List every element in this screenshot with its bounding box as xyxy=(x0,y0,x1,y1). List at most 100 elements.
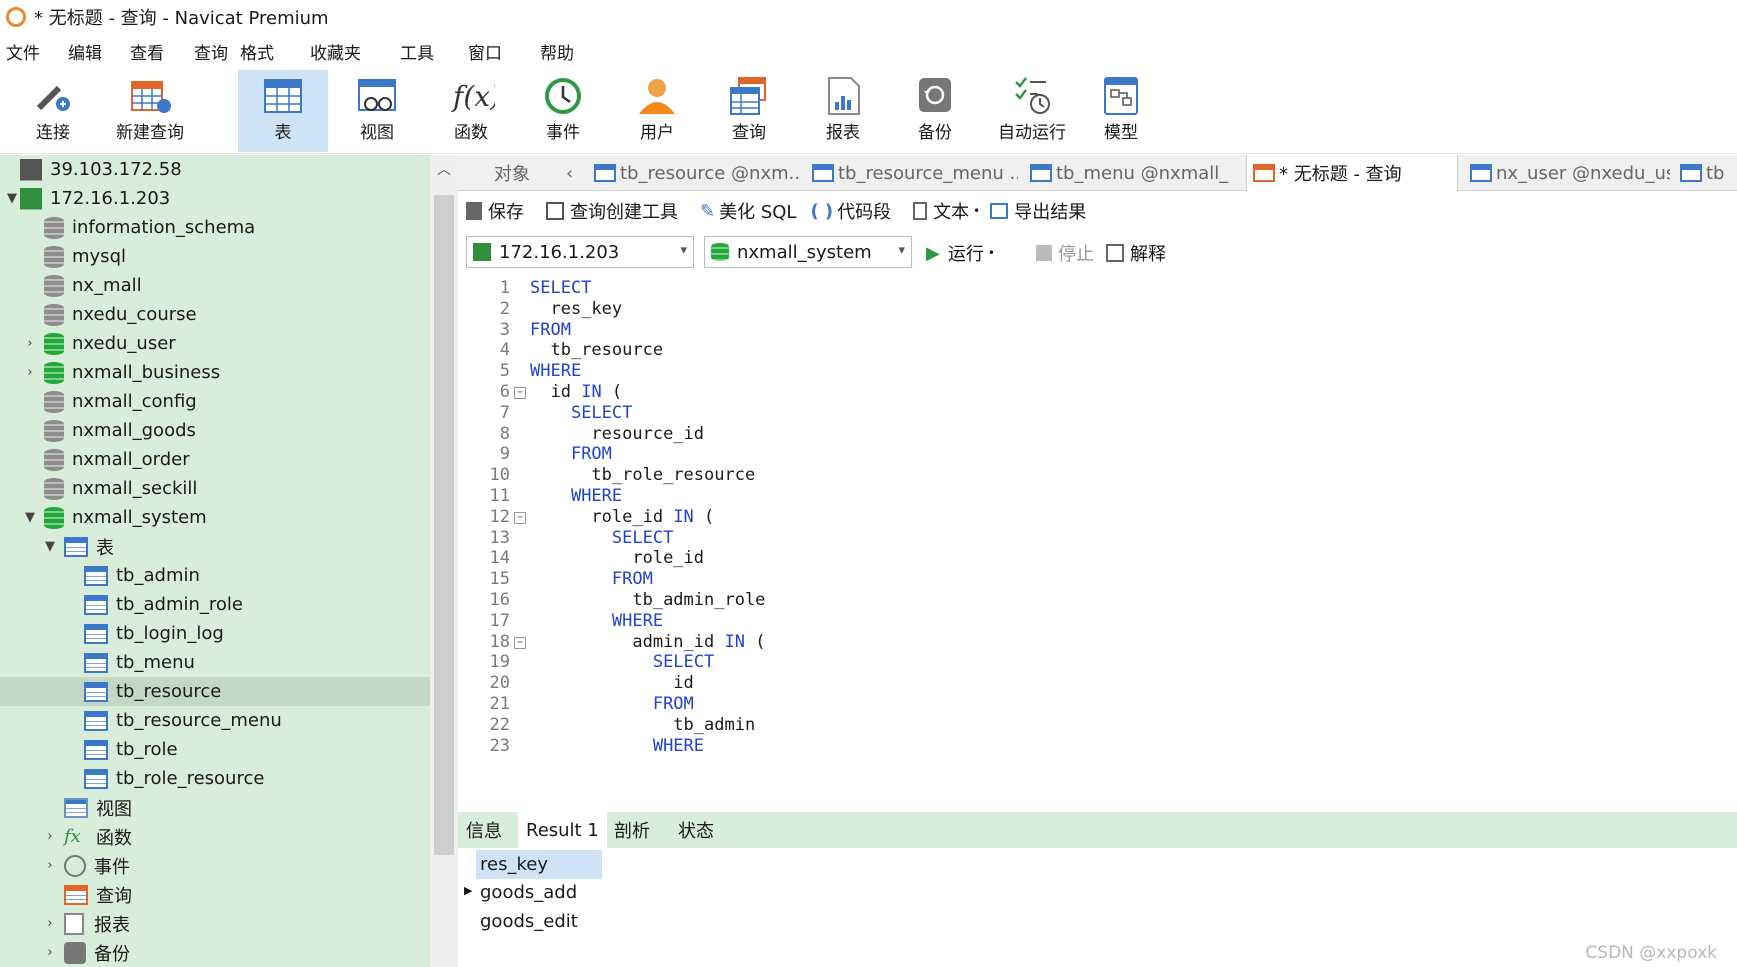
tree-group-tables[interactable]: ▼ 表 xyxy=(0,532,430,561)
code-snippet-button[interactable]: ( ) 代码段 xyxy=(810,198,891,224)
text-button[interactable]: 文本 • xyxy=(913,198,980,224)
tree-group-queries[interactable]: 查询 xyxy=(0,880,430,909)
stop-button[interactable]: 停止 xyxy=(1036,240,1094,266)
user-button[interactable]: 用户 xyxy=(612,70,702,152)
code-line[interactable]: 19 SELECT xyxy=(458,652,1737,675)
code-line[interactable]: 2 res_key xyxy=(458,299,1737,322)
fold-toggle-icon[interactable]: − xyxy=(514,511,526,524)
expand-arrow-icon[interactable]: ▼ xyxy=(22,510,38,525)
function-button[interactable]: f(x) 函数 xyxy=(426,70,516,152)
backup-button[interactable]: 备份 xyxy=(890,70,980,152)
tab-info[interactable]: 信息 xyxy=(458,812,510,848)
menu-file[interactable]: 文件 xyxy=(6,39,68,64)
new-query-button[interactable]: 新建查询 xyxy=(100,70,200,152)
tree-server-39[interactable]: 39.103.172.58 xyxy=(0,155,430,184)
connection-select[interactable]: 172.16.1.203 ▾ xyxy=(466,236,694,268)
event-button[interactable]: 事件 xyxy=(518,70,608,152)
column-header[interactable]: res_key xyxy=(476,850,602,879)
menu-favorites[interactable]: 收藏夹 xyxy=(310,39,400,64)
code-line[interactable]: 22 tb_admin xyxy=(458,715,1737,738)
code-line[interactable]: 6− id IN ( xyxy=(458,382,1737,405)
tree-table-item-selected[interactable]: tb_resource xyxy=(0,677,430,706)
menu-view[interactable]: 查看 xyxy=(130,39,194,64)
code-line[interactable]: 4 tb_resource xyxy=(458,340,1737,363)
model-button[interactable]: 模型 xyxy=(1076,70,1166,152)
tree-group-views[interactable]: 视图 xyxy=(0,793,430,822)
tree-scrollbar[interactable]: ︿ xyxy=(430,155,458,967)
tab-untitled-query[interactable]: * 无标题 - 查询 xyxy=(1246,155,1458,191)
tab-profile[interactable]: 剖析 xyxy=(606,812,658,848)
code-line[interactable]: 1 SELECT xyxy=(458,278,1737,301)
code-line[interactable]: 20 id xyxy=(458,673,1737,696)
code-line[interactable]: 14 role_id xyxy=(458,548,1737,571)
menu-window[interactable]: 窗口 xyxy=(468,39,540,64)
tab-objects[interactable]: 对象 xyxy=(494,155,554,191)
tree-db-nxmall-order[interactable]: nxmall_order xyxy=(0,445,430,474)
export-result-button[interactable]: 导出结果 xyxy=(990,198,1086,224)
tree-table-item[interactable]: tb_role_resource xyxy=(0,764,430,793)
tree-table-item[interactable]: tb_admin_role xyxy=(0,590,430,619)
explain-button[interactable]: 解释 xyxy=(1106,240,1166,266)
fold-toggle-icon[interactable]: − xyxy=(514,636,526,649)
tree-group-reports[interactable]: › 报表 xyxy=(0,909,430,938)
tab-nx-user[interactable]: nx_user @nxedu_us... xyxy=(1470,155,1670,191)
tree-db-nxmall-seckill[interactable]: nxmall_seckill xyxy=(0,474,430,503)
dropdown-icon[interactable]: • xyxy=(988,246,995,260)
scroll-up-icon[interactable]: ︿ xyxy=(430,159,458,179)
code-line[interactable]: 7 SELECT xyxy=(458,403,1737,426)
tree-group-functions[interactable]: › fx 函数 xyxy=(0,822,430,851)
tree-db-nxmall-business[interactable]: › nxmall_business xyxy=(0,358,430,387)
query-button[interactable]: 查询 xyxy=(704,70,794,152)
sql-editor[interactable]: 1 SELECT 2 res_key 3 FROM 4 tb_resource 5 WHERE… xyxy=(458,276,1737,812)
tree-db-nxmall-system[interactable]: ▼ nxmall_system xyxy=(0,503,430,532)
tree-table-item[interactable]: tb_admin xyxy=(0,561,430,590)
tree-server-172[interactable]: ▼ 172.16.1.203 xyxy=(0,184,430,213)
code-line[interactable]: 16 tb_admin_role xyxy=(458,590,1737,613)
code-line[interactable]: 8 resource_id xyxy=(458,424,1737,447)
fold-toggle-icon[interactable]: − xyxy=(514,387,526,399)
tab-tb-resource-menu[interactable]: tb_resource_menu ... xyxy=(812,155,1018,191)
database-select[interactable]: nxmall_system ▾ xyxy=(704,236,912,268)
tab-status[interactable]: 状态 xyxy=(670,812,722,848)
tree-db-nxmall-config[interactable]: nxmall_config xyxy=(0,387,430,416)
code-line[interactable]: 17 WHERE xyxy=(458,611,1737,634)
tree-table-item[interactable]: tb_menu xyxy=(0,648,430,677)
tree-db-information-schema[interactable]: information_schema xyxy=(0,213,430,242)
code-line[interactable]: 21 FROM xyxy=(458,694,1737,717)
save-button[interactable]: 保存 xyxy=(466,198,524,224)
menu-query[interactable]: 查询 xyxy=(194,39,240,64)
expand-arrow-icon[interactable]: › xyxy=(22,365,38,380)
dropdown-icon[interactable]: • xyxy=(973,204,980,218)
table-button[interactable]: 表 xyxy=(238,70,328,152)
code-line[interactable]: 23 WHERE xyxy=(458,736,1737,759)
autorun-button[interactable]: 自动运行 xyxy=(982,70,1082,152)
view-button[interactable]: 视图 xyxy=(332,70,422,152)
tree-db-mysql[interactable]: mysql xyxy=(0,242,430,271)
expand-arrow-icon[interactable]: › xyxy=(42,945,58,960)
tree-group-events[interactable]: › 事件 xyxy=(0,851,430,880)
connect-button[interactable]: 连接 xyxy=(8,70,98,152)
expand-arrow-icon[interactable]: › xyxy=(42,858,58,873)
scroll-thumb[interactable] xyxy=(434,195,454,855)
code-line[interactable]: 10 tb_role_resource xyxy=(458,465,1737,488)
table-cell[interactable]: goods_add xyxy=(476,878,602,907)
expand-arrow-icon[interactable]: ▼ xyxy=(42,539,58,554)
code-line[interactable]: 13 SELECT xyxy=(458,528,1737,551)
expand-arrow-icon[interactable]: › xyxy=(42,829,58,844)
menu-edit[interactable]: 编辑 xyxy=(68,39,130,64)
tree-table-item[interactable]: tb_resource_menu xyxy=(0,706,430,735)
beautify-sql-button[interactable]: ✎ 美化 SQL xyxy=(700,198,796,224)
query-builder-button[interactable]: 查询创建工具 xyxy=(546,198,678,224)
table-cell[interactable]: goods_edit xyxy=(476,907,602,936)
run-button[interactable]: ▶ 运行 • xyxy=(926,240,995,266)
tree-db-nx-mall[interactable]: nx_mall xyxy=(0,271,430,300)
expand-arrow-icon[interactable]: ▼ xyxy=(4,191,20,206)
tree-db-nxedu-user[interactable]: › nxedu_user xyxy=(0,329,430,358)
code-line[interactable]: 5 WHERE xyxy=(458,361,1737,384)
code-line[interactable]: 12− role_id IN ( xyxy=(458,507,1737,530)
menu-tools[interactable]: 工具 xyxy=(400,39,468,64)
tree-table-item[interactable]: tb_login_log xyxy=(0,619,430,648)
menu-format[interactable]: 格式 xyxy=(240,39,310,64)
expand-arrow-icon[interactable]: › xyxy=(42,916,58,931)
code-line[interactable]: 15 FROM xyxy=(458,569,1737,592)
